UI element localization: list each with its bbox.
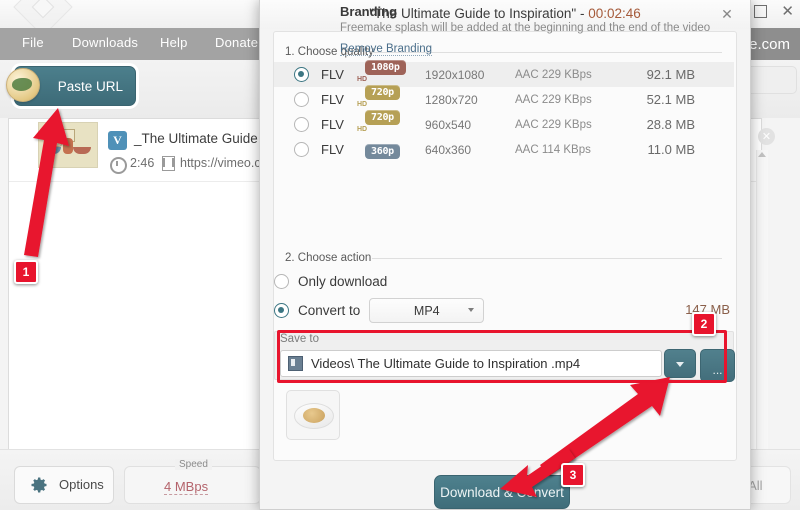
only-download-label: Only download [298, 274, 388, 289]
download-and-convert-label: Download & Convert [440, 484, 564, 500]
choose-action-label: 2. Choose action [285, 252, 372, 264]
quality-row-720p-1280[interactable]: FLV 720pHD 1280x720 AAC 229 KBps 52.1 MB [274, 84, 734, 112]
quality-resolution: 1920x1080 [425, 67, 485, 82]
video-duration: 2:46 [130, 156, 155, 170]
branding-section [274, 388, 732, 446]
quality-size: 92.1 MB [646, 67, 695, 82]
branding-title: Branding [340, 4, 398, 19]
quality-radio[interactable] [294, 117, 309, 132]
video-thumbnail [38, 122, 98, 168]
options-button[interactable]: Options [14, 466, 114, 504]
convert-to-label: Convert to [298, 303, 361, 318]
quality-badge: 720p [365, 109, 400, 125]
section-divider-2 [372, 258, 722, 259]
only-download-radio[interactable] [274, 274, 289, 289]
quality-badge: 720p [365, 84, 400, 100]
maximize-icon[interactable] [754, 5, 768, 18]
branding-thumbnail [286, 390, 340, 440]
convert-to-option[interactable]: Convert to MP4 [274, 298, 485, 323]
chevron-down-icon [468, 308, 475, 312]
paste-url-label: Paste URL [57, 78, 123, 94]
download-and-convert-button[interactable]: Download & Convert [434, 475, 570, 509]
quality-resolution: 1280x720 [425, 92, 478, 107]
remove-branding-link[interactable]: Remove Branding [340, 43, 433, 56]
quality-radio[interactable] [294, 142, 309, 157]
gear-icon [31, 477, 47, 493]
speed-caption: Speed [175, 459, 212, 470]
quality-audio: AAC 229 KBps [515, 68, 592, 81]
menu-item-downloads[interactable]: Downloads [72, 35, 138, 50]
annotation-marker-2: 2 [692, 312, 716, 336]
vimeo-icon: V [108, 131, 127, 150]
quality-row-1080p[interactable]: FLV 1080pHD 1920x1080 AAC 229 KBps 92.1 … [274, 59, 734, 87]
globe-icon [6, 68, 40, 102]
close-icon[interactable]: ✕ [781, 4, 794, 19]
dialog-title-name: "The Ultimate Guide to Inspiration" [369, 6, 577, 21]
annotation-marker-1: 1 [14, 260, 38, 284]
quality-format: FLV [321, 142, 344, 157]
download-options-dialog: "The Ultimate Guide to Inspiration" - 00… [259, 0, 751, 510]
remove-item-icon[interactable]: ✕ [758, 128, 775, 145]
quality-row-360p[interactable]: FLV 360p 640x360 AAC 114 KBps 11.0 MB [274, 137, 734, 162]
only-download-option[interactable]: Only download [274, 274, 387, 289]
hd-label: HD [357, 125, 368, 133]
annotation-box-save-to [277, 330, 727, 383]
quality-list: FLV 1080p HD 1920x1080 AAC 229 KBps 92.1 … [273, 59, 735, 172]
quality-row-720p-960[interactable]: FLV 720pHD 960x540 AAC 229 KBps 28.8 MB [274, 109, 734, 137]
options-label: Options [59, 477, 104, 492]
speed-value[interactable]: 4 MBps [164, 479, 209, 495]
quality-radio[interactable] [294, 92, 309, 107]
menu-item-donate[interactable]: Donate [215, 35, 258, 50]
quality-badge: 1080p [365, 59, 406, 75]
quality-audio: AAC 114 KBps [515, 143, 591, 156]
dialog-title-duration: 00:02:46 [588, 6, 641, 21]
film-icon [162, 156, 175, 171]
menu-item-file[interactable]: File [22, 35, 44, 50]
format-select[interactable]: MP4 [369, 298, 485, 323]
quality-audio: AAC 229 KBps [515, 118, 592, 131]
splash-icon [294, 403, 334, 429]
list-scrollbar[interactable] [756, 150, 768, 450]
quality-audio: AAC 229 KBps [515, 93, 592, 106]
dialog-title: "The Ultimate Guide to Inspiration" - 00… [260, 6, 750, 21]
branding-description: Freemake splash will be added at the beg… [340, 22, 711, 34]
dialog-close-icon[interactable]: ✕ [718, 5, 736, 23]
quality-resolution: 960x540 [425, 117, 472, 132]
quality-resolution: 640x360 [425, 142, 472, 157]
annotation-marker-3: 3 [561, 463, 585, 487]
dialog-title-separator: - [576, 6, 589, 21]
convert-to-radio[interactable] [274, 303, 289, 318]
scroll-up-icon[interactable] [758, 152, 766, 157]
menu-item-help[interactable]: Help [160, 35, 188, 50]
quality-size: 11.0 MB [647, 142, 695, 157]
format-select-value: MP4 [413, 303, 440, 318]
quality-size: 28.8 MB [646, 117, 695, 132]
clock-icon [110, 157, 127, 174]
quality-size: 52.1 MB [646, 92, 695, 107]
quality-badge: 360p [365, 143, 400, 159]
quality-radio[interactable] [294, 67, 309, 82]
